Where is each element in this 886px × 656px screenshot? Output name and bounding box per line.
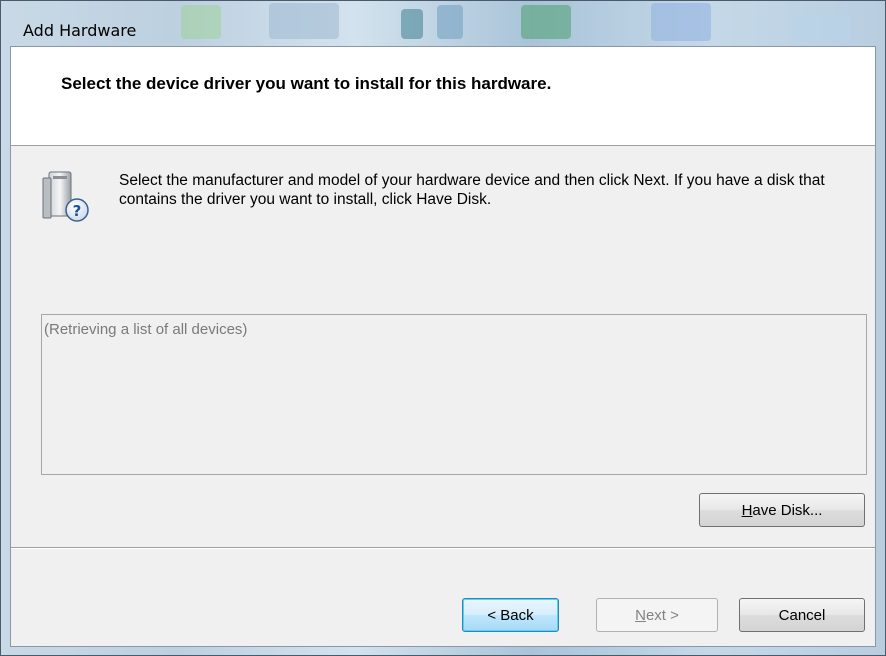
- next-mnemonic: N: [635, 607, 646, 624]
- back-button[interactable]: < Back: [462, 598, 559, 632]
- title-bar-decoration: [269, 3, 339, 39]
- next-label: ext >: [645, 607, 679, 624]
- title-bar[interactable]: Add Hardware: [1, 1, 885, 45]
- title-bar-decoration: [521, 5, 571, 39]
- have-disk-label: ave Disk...: [752, 502, 823, 519]
- device-list[interactable]: (Retrieving a list of all devices): [41, 314, 867, 475]
- title-bar-decoration: [437, 5, 463, 39]
- next-button[interactable]: Next >: [596, 598, 718, 632]
- dialog-client-area: Select the device driver you want to ins…: [10, 46, 876, 647]
- title-bar-decoration: [791, 15, 851, 41]
- add-hardware-window: Add Hardware Select the device driver yo…: [0, 0, 886, 656]
- title-bar-decoration: [651, 3, 711, 41]
- cancel-button[interactable]: Cancel: [739, 598, 865, 632]
- hardware-question-icon: ?: [42, 171, 89, 222]
- button-area-divider: [11, 547, 875, 549]
- have-disk-mnemonic: H: [741, 502, 753, 519]
- title-bar-decoration: [181, 5, 221, 39]
- device-list-placeholder: (Retrieving a list of all devices): [44, 321, 248, 338]
- window-title: Add Hardware: [23, 21, 137, 40]
- page-heading: Select the device driver you want to ins…: [61, 74, 552, 93]
- have-disk-button[interactable]: Have Disk...: [699, 493, 865, 527]
- instruction-text: Select the manufacturer and model of you…: [119, 172, 825, 208]
- wizard-header: Select the device driver you want to ins…: [11, 47, 875, 146]
- svg-text:?: ?: [73, 202, 82, 220]
- title-bar-decoration: [401, 9, 423, 39]
